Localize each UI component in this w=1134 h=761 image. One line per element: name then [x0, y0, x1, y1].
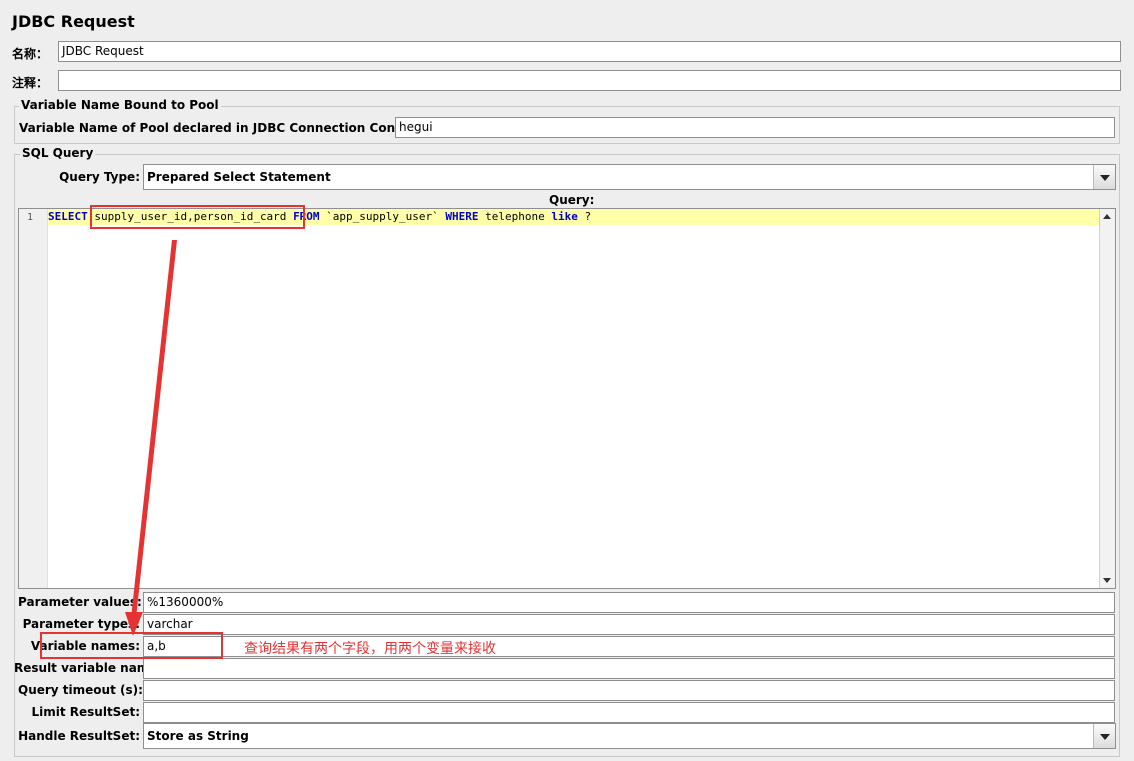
arrow-head [125, 612, 143, 636]
arrow-shaft [131, 240, 177, 618]
annotation-arrow [125, 240, 177, 636]
annotation-note: 查询结果有两个字段，用两个变量来接收 [244, 641, 496, 657]
